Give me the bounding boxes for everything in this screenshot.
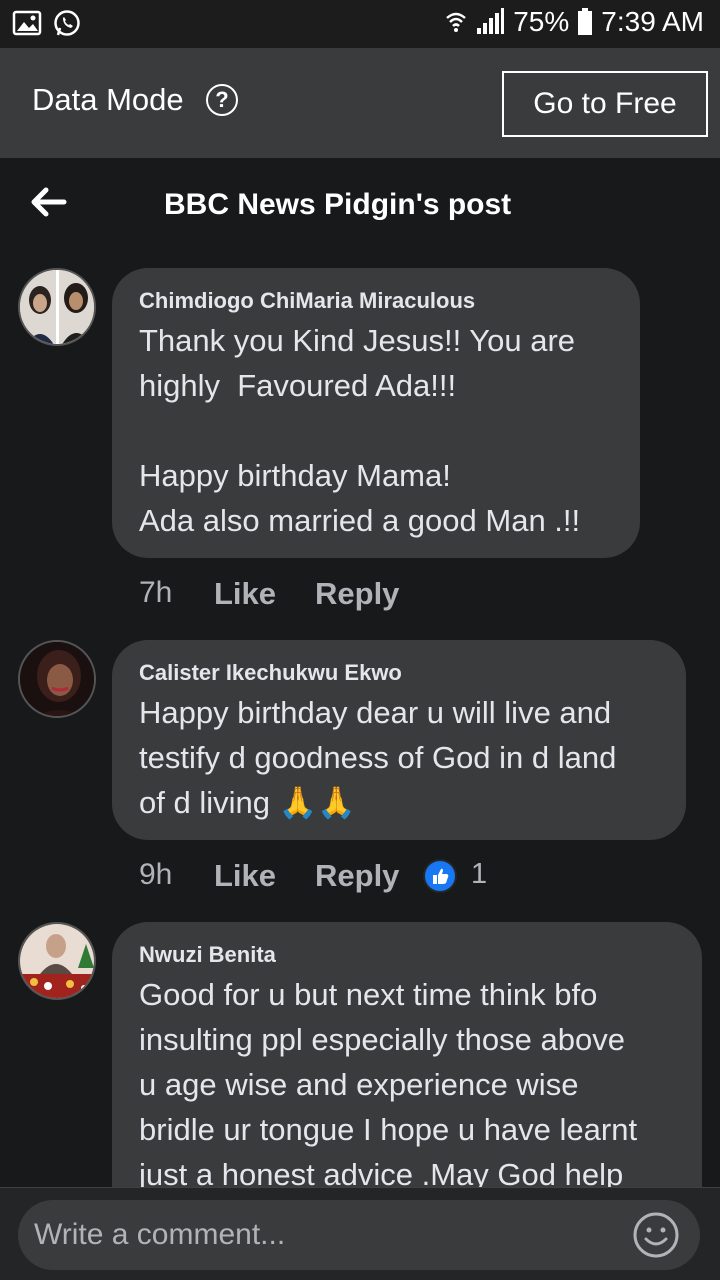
comment-text: Good for u but next time think bfo insul… [139,977,638,1192]
like-button[interactable]: Like [214,858,276,894]
reaction-count[interactable]: 1 [471,858,487,891]
emoji-icon[interactable] [632,1211,680,1259]
page-title: BBC News Pidgin's post [164,188,512,221]
comment-time: 9h [139,858,173,891]
comment-composer [0,1187,720,1280]
signal-icon [477,8,505,34]
comment-author[interactable]: Chimdiogo ChiMaria Miraculous [139,288,475,314]
status-bar: 75% 7:39 AM [0,0,720,48]
help-icon[interactable]: ? [206,84,238,116]
comment-time: 7h [139,576,173,609]
wifi-icon [446,12,467,32]
back-arrow-icon[interactable] [28,184,68,220]
gallery-icon [12,10,42,36]
comment-text: Thank you Kind Jesus!! You are highly Fa… [139,323,581,538]
avatar[interactable] [18,922,96,1000]
avatar[interactable] [18,640,96,718]
comment-author[interactable]: Nwuzi Benita [139,942,276,968]
battery-percent: 75% [513,6,570,37]
like-button[interactable]: Like [214,576,276,612]
like-reaction-icon[interactable] [423,859,457,893]
data-mode-label: Data Mode [32,82,184,117]
reply-button[interactable]: Reply [315,576,399,612]
comment-author[interactable]: Calister Ikechukwu Ekwo [139,660,402,686]
comment-input[interactable] [18,1200,700,1270]
go-to-free-button[interactable]: Go to Free [502,71,708,137]
comment-text: Happy birthday dear u will live and test… [139,695,617,820]
avatar[interactable] [18,268,96,346]
battery-icon [578,8,593,35]
whatsapp-icon [54,10,80,36]
clock: 7:39 AM [601,6,704,37]
reply-button[interactable]: Reply [315,858,399,894]
